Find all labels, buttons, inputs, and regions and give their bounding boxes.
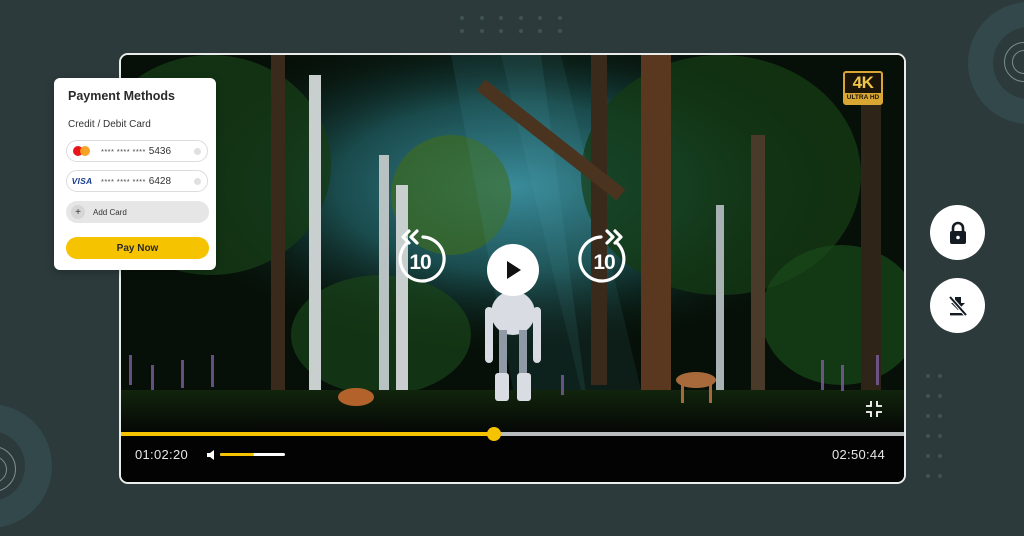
- lock-button[interactable]: [930, 205, 985, 260]
- mastercard-icon: [73, 146, 91, 156]
- 4k-ultra-hd-badge: 4K ULTRA HD: [843, 71, 883, 105]
- card-radio[interactable]: [194, 178, 201, 185]
- card-last4: 5436: [148, 145, 172, 157]
- pay-now-button[interactable]: Pay Now: [66, 237, 209, 259]
- decorative-dot-grid: [460, 16, 562, 33]
- card-mask: **** **** ****: [101, 146, 146, 156]
- lock-icon: [949, 221, 966, 244]
- saved-card-visa[interactable]: VISA **** **** **** 6428: [66, 170, 208, 192]
- payment-subtitle: Credit / Debit Card: [68, 119, 151, 130]
- volume-slider[interactable]: [220, 453, 285, 456]
- total-time: 02:50:44: [831, 447, 885, 462]
- badge-sub-text: ULTRA HD: [845, 93, 881, 103]
- volume-fill: [220, 453, 254, 456]
- volume-button[interactable]: [206, 448, 218, 460]
- download-off-icon: [948, 295, 967, 316]
- payment-title: Payment Methods: [68, 89, 175, 103]
- skip-forward-button[interactable]: 10: [577, 229, 631, 287]
- progress-fill: [121, 432, 494, 436]
- add-card-label: Add Card: [93, 207, 127, 217]
- play-icon: [507, 261, 521, 279]
- volume-icon: [207, 450, 214, 460]
- card-last4: 6428: [148, 175, 172, 187]
- saved-card-mastercard[interactable]: **** **** **** 5436: [66, 140, 208, 162]
- skip-forward-seconds: 10: [593, 251, 615, 274]
- payment-methods-card: Payment Methods Credit / Debit Card ****…: [54, 78, 216, 270]
- skip-back-seconds: 10: [409, 251, 431, 274]
- add-card-button[interactable]: + Add Card: [66, 201, 209, 223]
- download-off-button[interactable]: [930, 278, 985, 333]
- play-button[interactable]: [487, 244, 539, 296]
- fullscreen-exit-icon: [866, 401, 882, 417]
- fullscreen-exit-button[interactable]: [865, 400, 883, 418]
- card-mask: **** **** ****: [101, 176, 146, 186]
- progress-scrubber-handle[interactable]: [486, 427, 501, 441]
- visa-icon: VISA: [71, 176, 93, 186]
- current-time: 01:02:20: [135, 447, 189, 462]
- plus-icon: +: [71, 205, 85, 219]
- card-radio[interactable]: [194, 148, 201, 155]
- progress-bar[interactable]: [121, 427, 904, 441]
- skip-back-button[interactable]: 10: [393, 229, 447, 287]
- badge-main-text: 4K: [852, 73, 874, 92]
- player-controls-bar: 01:02:20 02:50:44: [121, 427, 904, 482]
- decorative-dot-grid: [926, 374, 942, 478]
- video-player[interactable]: 4K ULTRA HD 10 10 01:02:20 02:50:44: [119, 53, 906, 484]
